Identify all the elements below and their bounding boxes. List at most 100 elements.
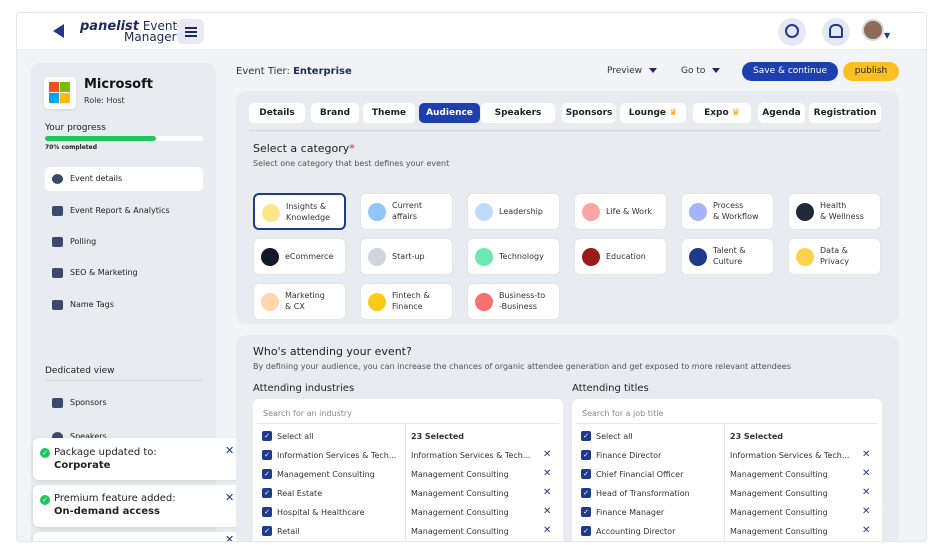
category-card[interactable]: Education [574, 238, 667, 275]
remove-icon[interactable]: ✕ [862, 487, 870, 498]
checkbox-checked-icon[interactable]: ✓ [581, 450, 591, 460]
category-card[interactable]: Data & Privacy [788, 238, 881, 275]
toast-title: Package updated to: [54, 447, 157, 458]
tab-label: Agenda [762, 108, 801, 118]
chevron-down-icon[interactable]: ▼ [884, 31, 890, 40]
remove-icon[interactable]: ✕ [543, 506, 551, 517]
category-card[interactable]: Health & Wellness [788, 193, 881, 230]
tab-theme[interactable]: Theme [363, 103, 415, 123]
titles-heading: Attending titles [572, 383, 649, 394]
tab-lounge[interactable]: Lounge ♛ [620, 103, 686, 123]
sidebar-item-seo[interactable]: SEO & Marketing [45, 261, 203, 285]
app-window: panelist Event Manager ▼ Microsoft Role:… [16, 12, 927, 542]
category-label: Business-to -Business [499, 290, 559, 312]
remove-icon[interactable]: ✕ [862, 449, 870, 460]
remove-icon[interactable]: ✕ [862, 525, 870, 536]
tab-agenda[interactable]: Agenda [758, 103, 805, 123]
sidebar-item-name-tags[interactable]: Name Tags [45, 293, 203, 317]
publish-button[interactable]: publish [843, 62, 899, 81]
checkbox-checked-icon[interactable]: ✓ [581, 469, 591, 479]
checkbox-checked-icon[interactable]: ✓ [262, 526, 272, 536]
checkbox-checked-icon[interactable]: ✓ [262, 507, 272, 517]
category-icon [368, 203, 386, 221]
category-card[interactable]: Fintech & Finance [360, 283, 453, 320]
remove-icon[interactable]: ✕ [543, 487, 551, 498]
remove-icon[interactable]: ✕ [543, 449, 551, 460]
remove-icon[interactable]: ✕ [543, 525, 551, 536]
category-panel: Details Brand Theme Audience Speakers Sponsor… [236, 91, 899, 324]
checkbox-checked-icon[interactable]: ✓ [262, 488, 272, 498]
category-card[interactable]: Process & Workflow [681, 193, 774, 230]
sidebar-item-label: Name Tags [70, 300, 114, 309]
divider [249, 130, 881, 131]
list-item-label: Retail [277, 527, 300, 536]
list-item-label: Real Estate [277, 489, 323, 498]
category-card[interactable]: eCommerce [253, 238, 346, 275]
checkbox-checked-icon[interactable]: ✓ [581, 507, 591, 517]
back-arrow-icon[interactable] [53, 24, 64, 38]
sidebar-item-sponsors[interactable]: Sponsors [45, 391, 203, 415]
category-card[interactable]: Technology [467, 238, 560, 275]
preview-dropdown[interactable]: Preview [607, 66, 658, 76]
checkbox-checked-icon[interactable]: ✓ [262, 469, 272, 479]
tab-registration[interactable]: Registration [809, 103, 881, 123]
sidebar-item-event-report[interactable]: Event Report & Analytics [45, 199, 203, 223]
close-icon[interactable]: ✕ [225, 444, 234, 457]
goto-dropdown[interactable]: Go to [681, 66, 721, 76]
search-input[interactable]: Search for an industry [263, 409, 352, 418]
list-item: ✓ Management Consulting Management Consult… [253, 465, 563, 484]
category-card[interactable]: Leadership [467, 193, 560, 230]
category-label-line1: Technology [499, 252, 544, 261]
tab-speakers[interactable]: Speakers [481, 103, 555, 123]
tab-brand[interactable]: Brand [311, 103, 359, 123]
category-label: Insights & Knowledge [286, 201, 346, 223]
category-card[interactable]: Marketing & CX [253, 283, 346, 320]
avatar[interactable] [862, 19, 884, 41]
checkbox-checked-icon[interactable]: ✓ [581, 431, 591, 441]
seo-icon [52, 268, 63, 278]
category-card[interactable]: Business-to -Business [467, 283, 560, 320]
save-continue-button[interactable]: Save & continue [742, 62, 838, 81]
chat-icon[interactable] [778, 18, 806, 46]
hamburger-menu-icon[interactable] [177, 19, 204, 44]
tab-audience[interactable]: Audience [419, 103, 480, 123]
category-label-line2: Privacy [820, 257, 849, 266]
tab-expo[interactable]: Expo ♛ [693, 103, 751, 123]
audience-title: Who's attending your event? [253, 345, 412, 358]
remove-icon[interactable]: ✕ [862, 506, 870, 517]
category-label-line1: Marketing [285, 291, 325, 300]
checkbox-checked-icon[interactable]: ✓ [262, 450, 272, 460]
preview-label: Preview [607, 66, 643, 76]
category-card[interactable]: Life & Work [574, 193, 667, 230]
close-icon[interactable]: ✕ [225, 491, 234, 504]
notification-bell-icon[interactable] [822, 18, 850, 46]
category-label-line1: Business-to [499, 291, 546, 300]
select-all-label: Select all [277, 432, 314, 441]
category-icon [689, 248, 707, 266]
sidebar-item-polling[interactable]: Polling [45, 230, 203, 254]
category-icon [261, 293, 279, 311]
sponsors-icon [52, 398, 63, 408]
sidebar-item-label: Event details [70, 174, 123, 183]
list-item-label: Head of Transformation [596, 489, 690, 498]
close-icon[interactable]: ✕ [225, 533, 234, 541]
sidebar-item-event-details[interactable]: Event details [45, 167, 203, 191]
select-all-row: ✓ Select all 23 Selected [572, 427, 882, 446]
checkbox-checked-icon[interactable]: ✓ [262, 431, 272, 441]
remove-icon[interactable]: ✕ [543, 468, 551, 479]
category-card[interactable]: Start-up [360, 238, 453, 275]
selected-item-label: Management Consulting [411, 527, 509, 536]
category-card[interactable]: Current affairs [360, 193, 453, 230]
category-subtitle: Select one category that best defines yo… [253, 159, 450, 168]
category-card[interactable]: Insights & Knowledge [253, 193, 346, 230]
remove-icon[interactable]: ✕ [862, 468, 870, 479]
audience-subtitle: By defining your audience, you can incre… [253, 362, 791, 371]
tab-details[interactable]: Details [249, 103, 305, 123]
search-input[interactable]: Search for a job title [582, 409, 663, 418]
category-icon [261, 248, 279, 266]
checkbox-checked-icon[interactable]: ✓ [581, 488, 591, 498]
tab-sponsors[interactable]: Sponsors [562, 103, 616, 123]
checkbox-checked-icon[interactable]: ✓ [581, 526, 591, 536]
category-card[interactable]: Talent & Culture [681, 238, 774, 275]
required-mark: * [349, 142, 355, 155]
